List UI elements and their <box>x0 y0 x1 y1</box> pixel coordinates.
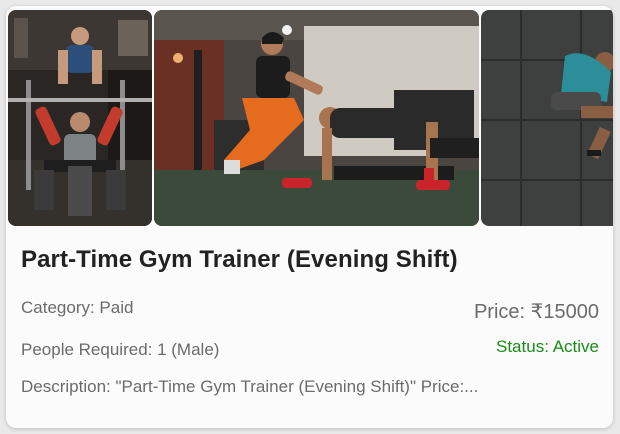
bench-press-spotter-photo[interactable] <box>8 10 152 226</box>
stretching-photo[interactable] <box>481 10 613 226</box>
trainer-pushup-photo[interactable] <box>154 10 479 226</box>
status-label: Status: Active <box>496 337 599 356</box>
description-text: Description: "Part-Time Gym Trainer (Eve… <box>21 377 479 396</box>
price-label: Price: ₹15000 <box>473 301 599 323</box>
listing-title: Part-Time Gym Trainer (Evening Shift) <box>21 246 458 273</box>
job-listing-card[interactable]: Part-Time Gym Trainer (Evening Shift) Ca… <box>6 6 613 428</box>
category-label: Category: Paid <box>21 298 134 317</box>
people-required-label: People Required: 1 (Male) <box>21 340 220 359</box>
image-gallery[interactable] <box>8 10 613 226</box>
